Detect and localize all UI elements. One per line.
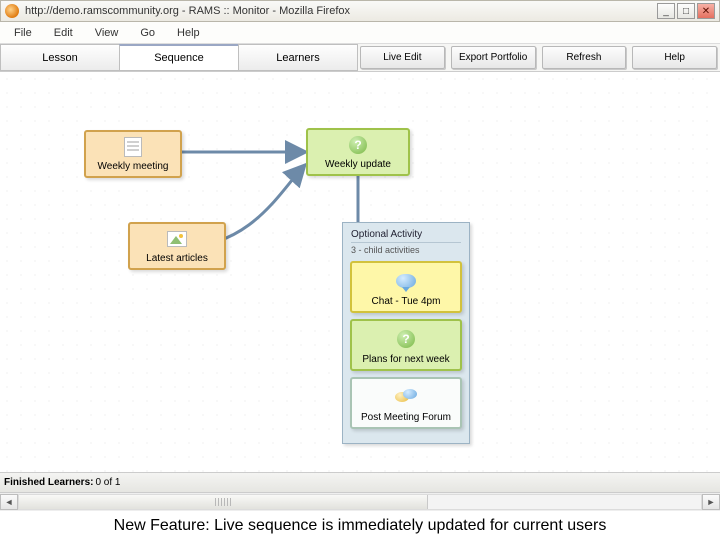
scroll-right-button[interactable]: ► xyxy=(702,494,720,510)
question-icon: ? xyxy=(346,134,370,155)
optional-header: Optional Activity xyxy=(351,229,461,240)
scroll-left-button[interactable]: ◄ xyxy=(0,494,18,510)
node-label: Weekly meeting xyxy=(98,161,169,172)
window-titlebar: http://demo.ramscommunity.org - RAMS :: … xyxy=(0,0,720,22)
chat-icon xyxy=(394,270,418,292)
menu-file[interactable]: File xyxy=(14,27,32,39)
grip-icon xyxy=(215,498,231,506)
tab-learners[interactable]: Learners xyxy=(238,44,358,71)
sequence-canvas[interactable]: Weekly meeting Latest articles ? Weekly … xyxy=(0,72,720,472)
tab-lesson[interactable]: Lesson xyxy=(0,44,120,71)
forum-icon xyxy=(394,386,418,408)
live-edit-button[interactable]: Live Edit xyxy=(360,46,445,69)
node-weekly-meeting[interactable]: Weekly meeting xyxy=(84,130,182,178)
slide-caption: New Feature: Live sequence is immediatel… xyxy=(0,510,720,540)
menu-edit[interactable]: Edit xyxy=(54,27,73,39)
tab-sequence[interactable]: Sequence xyxy=(119,44,239,71)
browser-menubar: File Edit View Go Help xyxy=(0,22,720,44)
image-icon xyxy=(165,228,189,249)
child-chat[interactable]: Chat - Tue 4pm xyxy=(350,261,462,313)
maximize-button[interactable]: □ xyxy=(677,3,695,19)
horizontal-scrollbar[interactable]: ◄ ► xyxy=(0,492,720,510)
question-icon: ? xyxy=(394,328,418,350)
close-button[interactable]: ✕ xyxy=(697,3,715,19)
tab-strip: Lesson Sequence Learners xyxy=(0,44,357,71)
menu-go[interactable]: Go xyxy=(140,27,155,39)
status-bar: Finished Learners: 0 of 1 xyxy=(0,472,720,492)
node-label: Weekly update xyxy=(325,159,391,170)
node-weekly-update[interactable]: ? Weekly update xyxy=(306,128,410,176)
export-portfolio-button[interactable]: Export Portfolio xyxy=(451,46,536,69)
canvas-layer: Weekly meeting Latest articles ? Weekly … xyxy=(0,72,720,472)
minimize-button[interactable]: _ xyxy=(657,3,675,19)
optional-activity-panel[interactable]: Optional Activity 3 - child activities C… xyxy=(342,222,470,444)
child-label: Plans for next week xyxy=(362,354,449,365)
firefox-icon xyxy=(5,4,19,18)
scroll-track[interactable] xyxy=(18,494,702,510)
scroll-thumb[interactable] xyxy=(19,495,428,509)
node-latest-articles[interactable]: Latest articles xyxy=(128,222,226,270)
child-label: Chat - Tue 4pm xyxy=(372,296,441,307)
menu-view[interactable]: View xyxy=(95,27,119,39)
document-icon xyxy=(121,136,145,157)
refresh-button[interactable]: Refresh xyxy=(542,46,627,69)
child-label: Post Meeting Forum xyxy=(361,412,451,423)
status-label: Finished Learners: xyxy=(4,477,93,488)
window-title: http://demo.ramscommunity.org - RAMS :: … xyxy=(25,5,655,17)
help-button[interactable]: Help xyxy=(632,46,717,69)
node-label: Latest articles xyxy=(146,253,208,264)
optional-subheader: 3 - child activities xyxy=(351,242,461,255)
child-plans[interactable]: ? Plans for next week xyxy=(350,319,462,371)
child-forum[interactable]: Post Meeting Forum xyxy=(350,377,462,429)
menu-help[interactable]: Help xyxy=(177,27,200,39)
app-toolbar: Lesson Sequence Learners Live Edit Expor… xyxy=(0,44,720,72)
status-value: 0 of 1 xyxy=(95,477,120,488)
